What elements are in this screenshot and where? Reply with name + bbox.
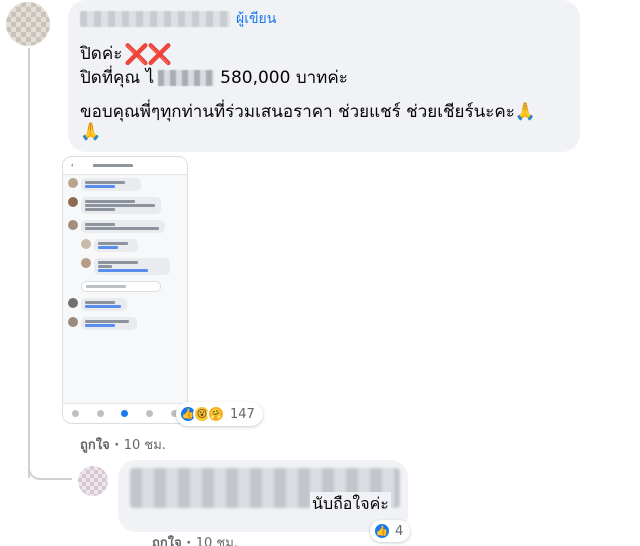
mini-avatar <box>68 220 78 230</box>
mini-bubble <box>94 239 138 252</box>
mini-avatar <box>68 298 78 308</box>
comment-line-2: ปิดที่คุณ ไ 580,000 บาทค่ะ <box>80 64 348 91</box>
back-arrow-icon: ‹ <box>71 162 74 169</box>
mini-comment <box>63 295 187 314</box>
separator: · <box>181 536 196 546</box>
mini-comment <box>63 314 187 333</box>
reply-text: นับถือใจค่ะ <box>310 492 391 517</box>
phone-header-bar <box>93 164 134 167</box>
mini-bubble <box>81 298 127 311</box>
comment-line-2-prefix: ปิดที่คุณ ไ <box>80 68 155 88</box>
comment-actions: ถูกใจ · 10 ชม. <box>80 434 166 455</box>
mini-comment <box>63 175 187 194</box>
commenter-avatar[interactable] <box>6 2 50 46</box>
mini-bubble <box>81 197 161 214</box>
comment-author-row: ผู้เขียน <box>80 8 276 30</box>
phone-nav-icon <box>121 410 129 417</box>
mini-bubble <box>81 317 137 330</box>
mini-avatar <box>68 197 78 207</box>
mini-reply-box <box>63 278 187 295</box>
comment-line-4: 🙏 <box>80 122 101 142</box>
comment-thread: ผู้เขียน ปิดค่ะ ❌❌ ปิดที่คุณ ไ 580,000 บ… <box>0 0 640 546</box>
mini-comment <box>63 217 187 236</box>
phone-header: ‹ <box>63 157 187 175</box>
mini-avatar <box>68 317 78 327</box>
author-badge: ผู้เขียน <box>236 11 277 27</box>
timestamp[interactable]: 10 ชม. <box>124 438 166 453</box>
reply-reaction-count: 4 <box>395 523 404 539</box>
reaction-count: 147 <box>230 406 255 422</box>
mini-comment <box>63 255 187 278</box>
mini-avatar <box>68 178 78 188</box>
author-name-blurred[interactable] <box>80 11 230 27</box>
mini-avatar <box>81 258 91 268</box>
reply-like-button[interactable]: ถูกใจ <box>152 536 182 546</box>
mini-bubble <box>94 258 170 275</box>
mini-bubble <box>81 220 165 233</box>
comment-line-3: ขอบคุณพี่ๆทุกท่านที่ร่วมเสนอราคา ช่วยแชร… <box>80 98 536 125</box>
reply-actions: ถูกใจ · 10 ชม. <box>152 532 238 546</box>
comment-line-2-amount: 580,000 บาทค่ะ <box>220 68 348 88</box>
thread-line <box>28 48 30 478</box>
mini-avatar <box>81 239 91 249</box>
comment-reactions[interactable]: 👍 😮 🤗 147 <box>176 402 263 426</box>
comment-line-3-text: ขอบคุณพี่ๆทุกท่านที่ร่วมเสนอราคา ช่วยแชร… <box>80 102 515 122</box>
mini-bubble <box>81 281 161 292</box>
comment-line-1: ปิดค่ะ ❌❌ <box>80 40 172 67</box>
blurred-name-chunk <box>158 69 215 86</box>
phone-nav-icon <box>71 410 79 417</box>
like-icon: 👍 <box>373 522 391 540</box>
reply-avatar[interactable] <box>78 466 108 496</box>
praying-hands-icon: 🙏 <box>514 102 537 122</box>
thread-connector <box>28 466 72 480</box>
phone-nav-bar <box>63 403 187 423</box>
mini-comment <box>63 194 187 217</box>
care-icon: 🤗 <box>207 405 225 423</box>
cross-mark-icon: ❌❌ <box>124 41 172 66</box>
reply-timestamp[interactable]: 10 ชม. <box>196 536 238 546</box>
phone-nav-icon <box>96 410 104 417</box>
attached-screenshot[interactable]: ‹ <box>62 156 188 424</box>
comment-line-1-text: ปิดค่ะ <box>80 44 123 64</box>
mini-bubble <box>81 178 141 191</box>
praying-hands-icon: 🙏 <box>80 122 102 142</box>
reply-reactions[interactable]: 👍 4 <box>370 520 411 542</box>
separator: · <box>109 438 124 453</box>
mini-comment <box>63 236 187 255</box>
phone-nav-icon <box>146 410 154 417</box>
like-button[interactable]: ถูกใจ <box>80 438 110 453</box>
